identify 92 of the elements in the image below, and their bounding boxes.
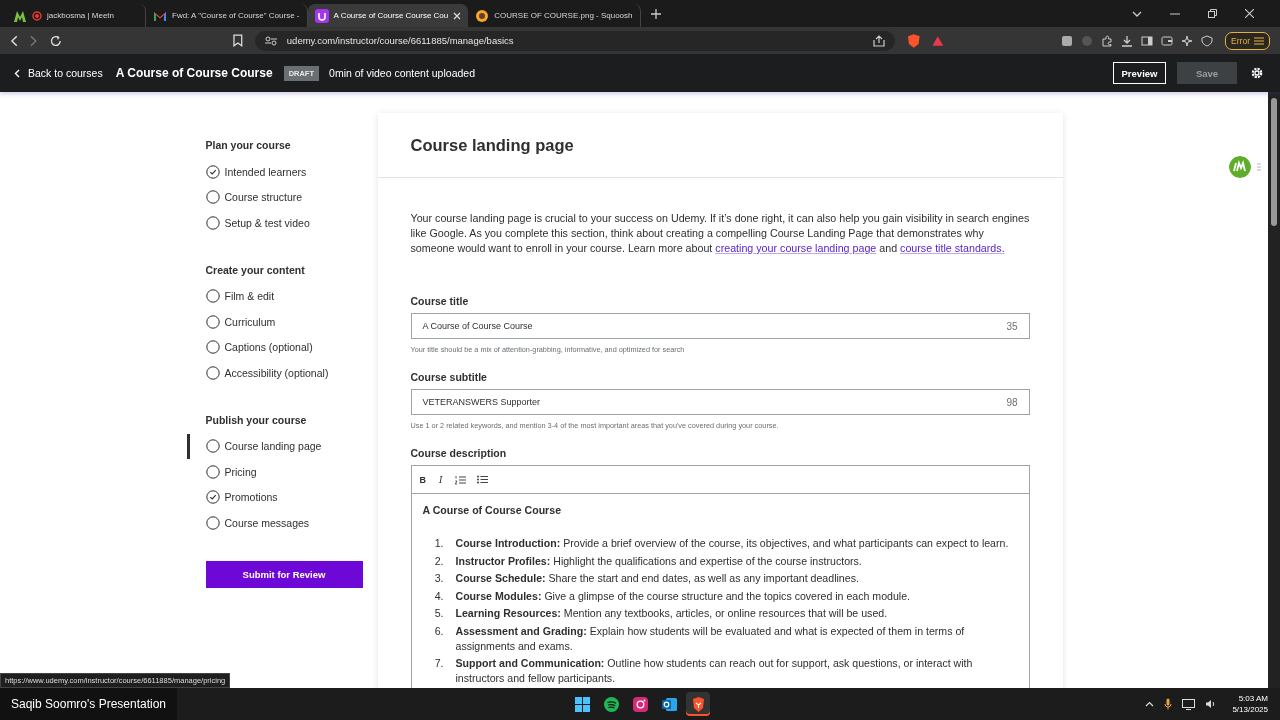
monitor-icon[interactable] (1182, 698, 1196, 710)
sidebar-item[interactable]: Course landing page (186, 433, 363, 459)
extension-icon[interactable] (1061, 34, 1074, 47)
submit-button[interactable]: Submit for Review (205, 560, 363, 588)
sidebar-item[interactable]: Captions (optional) (186, 334, 363, 360)
shield-icon[interactable] (1201, 34, 1214, 47)
sparkle-icon[interactable] (1181, 34, 1194, 47)
list-number: 4. (433, 588, 445, 604)
text-field[interactable]: A Course of Course Course 35 (410, 313, 1030, 339)
shield-icon[interactable] (906, 32, 921, 49)
download-icon[interactable] (1121, 34, 1134, 47)
sidebar-item[interactable]: Accessibility (optional) (186, 360, 363, 386)
list-number: 1. (433, 536, 445, 551)
triangle-icon[interactable] (932, 34, 945, 47)
forward-icon[interactable] (29, 34, 38, 47)
settings-icon[interactable] (1250, 66, 1264, 80)
field-label: Course description (410, 447, 508, 459)
sidebar-item[interactable]: Promotions (186, 484, 363, 510)
avatar-icon[interactable] (1229, 156, 1251, 178)
music-app-icon (602, 695, 620, 713)
list-item-text: Course Introduction: Provide a brief overview of the course, its objectives, and what participants can expect to learn. (455, 536, 1009, 551)
list-item-text: Instructor Profiles: Highlight the qualifications and expertise of the course instructors. (455, 553, 862, 569)
italic-button[interactable]: I (438, 474, 444, 485)
chevron-down-icon[interactable] (1132, 10, 1142, 17)
description-heading: A Course of Course Course (422, 504, 563, 516)
new-tab-icon[interactable] (650, 8, 661, 19)
back-icon[interactable] (10, 34, 18, 47)
character-count: 35 (1006, 320, 1018, 332)
bold-button[interactable]: B (418, 474, 427, 485)
list-item-text: Assessment and Grading: Explain how students will be evaluated and what is expected of them in terms of assignments and exams. (455, 623, 966, 654)
sidebar-item[interactable]: Film & edit (186, 283, 363, 309)
list-item-text: Support and Communication: Outline how students can reach out for support, ask questions, or interact with instructors and fellow participants. (455, 656, 974, 686)
section-heading: Publish your course (205, 413, 308, 426)
field-label: Course subtitle (410, 371, 488, 383)
site-info-icon[interactable] (264, 35, 277, 46)
text-link[interactable]: creating your course landing page (715, 242, 877, 254)
drag-handle-icon[interactable] (1257, 163, 1261, 171)
chevron-up-icon[interactable] (1145, 701, 1155, 707)
list-item-text: Course Schedule: Share the start and end dates, as well as any important deadlines. (455, 571, 859, 586)
list-number: 3. (433, 571, 445, 586)
window-label: Saqib Soomro's Presentation (0, 688, 178, 720)
microphone-icon[interactable] (1164, 698, 1173, 710)
error-button[interactable]: Error (1225, 31, 1270, 50)
upload-status: 0min of video content uploaded (329, 67, 475, 79)
text-link[interactable]: course title standards. (900, 242, 1005, 254)
section-heading: Plan your course (205, 139, 292, 151)
address-field[interactable]: udemy.com/instructor/course/6611885/manage/basics (254, 30, 895, 51)
browser-tab[interactable]: A Course of Course Course Cou (307, 4, 469, 27)
clock-time: 5:03 AM (1238, 693, 1268, 704)
sidebar-icon[interactable] (1141, 34, 1154, 47)
list-number: 5. (433, 606, 445, 621)
sidebar-item[interactable]: Course messages (186, 510, 363, 536)
sidebar-item[interactable]: Course structure (186, 184, 363, 210)
camera-app-icon (631, 695, 649, 713)
close-icon[interactable] (453, 11, 462, 20)
speaker-icon[interactable] (1205, 699, 1217, 709)
bookmark-icon[interactable] (233, 34, 243, 47)
character-count: 98 (1006, 396, 1018, 408)
windows-start-icon (573, 695, 591, 713)
field-label: Course title (410, 295, 470, 307)
back-link[interactable]: Back to courses (14, 67, 103, 79)
list-item-text: Learning Resources: Mention any textbooks, articles, or online resources that will be used. (455, 606, 888, 621)
restore-icon[interactable] (1208, 9, 1217, 18)
list-number: 6. (433, 623, 445, 639)
clock-date: 5/13/2025 (1232, 704, 1268, 715)
sidebar-item[interactable]: Pricing (186, 459, 363, 485)
preview-button[interactable]: Preview (1113, 62, 1166, 84)
reload-icon[interactable] (49, 34, 62, 47)
numbered-list-icon[interactable] (454, 474, 466, 485)
share-icon[interactable] (872, 34, 885, 47)
site-icon (475, 8, 490, 23)
chevron-left-icon (14, 68, 20, 78)
sidebar-item[interactable]: Setup & test video (186, 210, 363, 236)
list-item-text: Course Modules: Give a glimpse of the course structure and the topics covered in each module. (455, 588, 911, 604)
sidebar-item[interactable]: Intended learners (186, 159, 363, 185)
site-icon (314, 8, 329, 23)
close-icon[interactable] (1245, 9, 1254, 18)
wallet-icon[interactable] (1161, 34, 1174, 47)
course-title: A Course of Course Course (115, 66, 273, 80)
mail-app-icon (660, 695, 678, 713)
scrollbar[interactable] (1268, 92, 1280, 688)
minimize-icon[interactable] (1170, 12, 1180, 15)
sidebar-item[interactable]: Curriculum (186, 309, 363, 335)
page-title: Course landing page (410, 135, 574, 155)
bulleted-list-icon[interactable] (476, 475, 488, 484)
list-number: 7. (433, 656, 445, 671)
intro-paragraph: Your course landing page is crucial to your success on Udemy. If it’s done right, it can also help you gain visibility in search engines like Google. As you complete this section, think about creating a compelling Course Landing Page that demonstrates why someone would want to enroll in your course. Learn more about creating your course landing page and course title standards. (410, 211, 1030, 256)
section-heading: Create your content (205, 263, 306, 276)
list-number: 2. (433, 553, 445, 569)
menu-icon (1254, 36, 1264, 45)
text-field[interactable]: VETERANSWERS Supporter 98 (410, 389, 1030, 415)
puzzle-icon[interactable] (1101, 34, 1114, 47)
